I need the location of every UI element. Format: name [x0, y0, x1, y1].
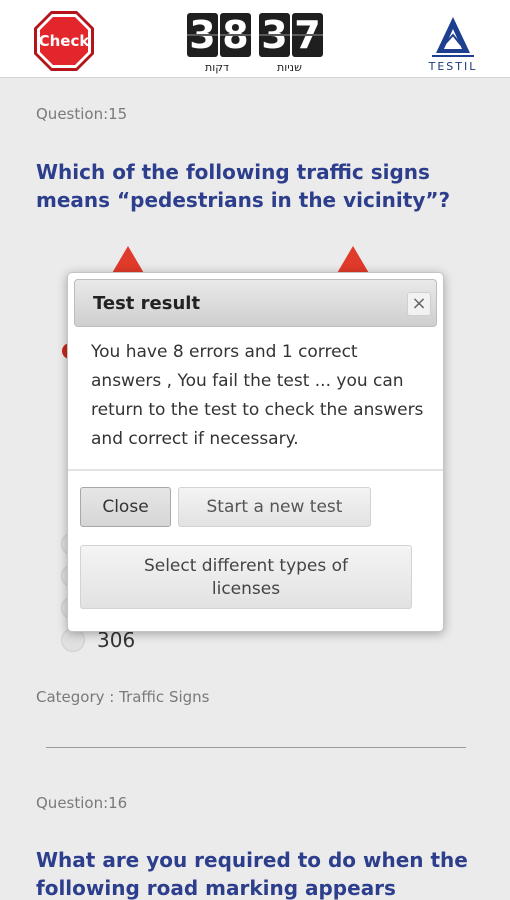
stop-sign-icon: Check	[34, 11, 94, 71]
seconds-label: שניות	[277, 61, 302, 74]
start-new-test-button[interactable]: Start a new test	[178, 487, 371, 527]
minutes-digit: 3	[187, 13, 218, 57]
seconds-digit: 3	[259, 13, 290, 57]
countdown-timer: 3 8 3 7 דקות שניות	[187, 13, 327, 75]
seconds-digit: 7	[292, 13, 323, 57]
close-button[interactable]: Close	[80, 487, 171, 527]
close-icon[interactable]: ×	[407, 292, 431, 316]
dialog-message: You have 8 errors and 1 correct answers …	[91, 342, 424, 449]
top-bar: Check 3 8 3 7 דקות שניות TESTIL	[0, 0, 510, 78]
check-label: Check	[39, 32, 91, 50]
dialog-divider	[68, 469, 443, 471]
question-number: Question:16	[36, 794, 128, 812]
testil-logo: TESTIL	[420, 15, 486, 73]
check-button[interactable]: Check	[33, 10, 95, 72]
minutes-digit: 8	[220, 13, 251, 57]
logo-icon	[432, 17, 474, 57]
minutes-label: דקות	[205, 61, 230, 74]
divider	[46, 747, 466, 748]
seconds-display: 3 7	[259, 13, 323, 57]
test-result-dialog: Test result × You have 8 errors and 1 co…	[67, 272, 444, 632]
question-category: Category : Traffic Signs	[36, 688, 210, 706]
select-licenses-button[interactable]: Select different types of licenses	[80, 545, 412, 609]
dialog-title: Test result	[93, 293, 201, 314]
question-text: What are you required to do when the fol…	[36, 848, 468, 900]
dialog-header: Test result ×	[74, 279, 437, 327]
logo-text: TESTIL	[428, 60, 478, 73]
question-number: Question:15	[36, 105, 128, 123]
minutes-display: 3 8	[187, 13, 251, 57]
question-text: Which of the following traffic signs mea…	[36, 160, 451, 212]
